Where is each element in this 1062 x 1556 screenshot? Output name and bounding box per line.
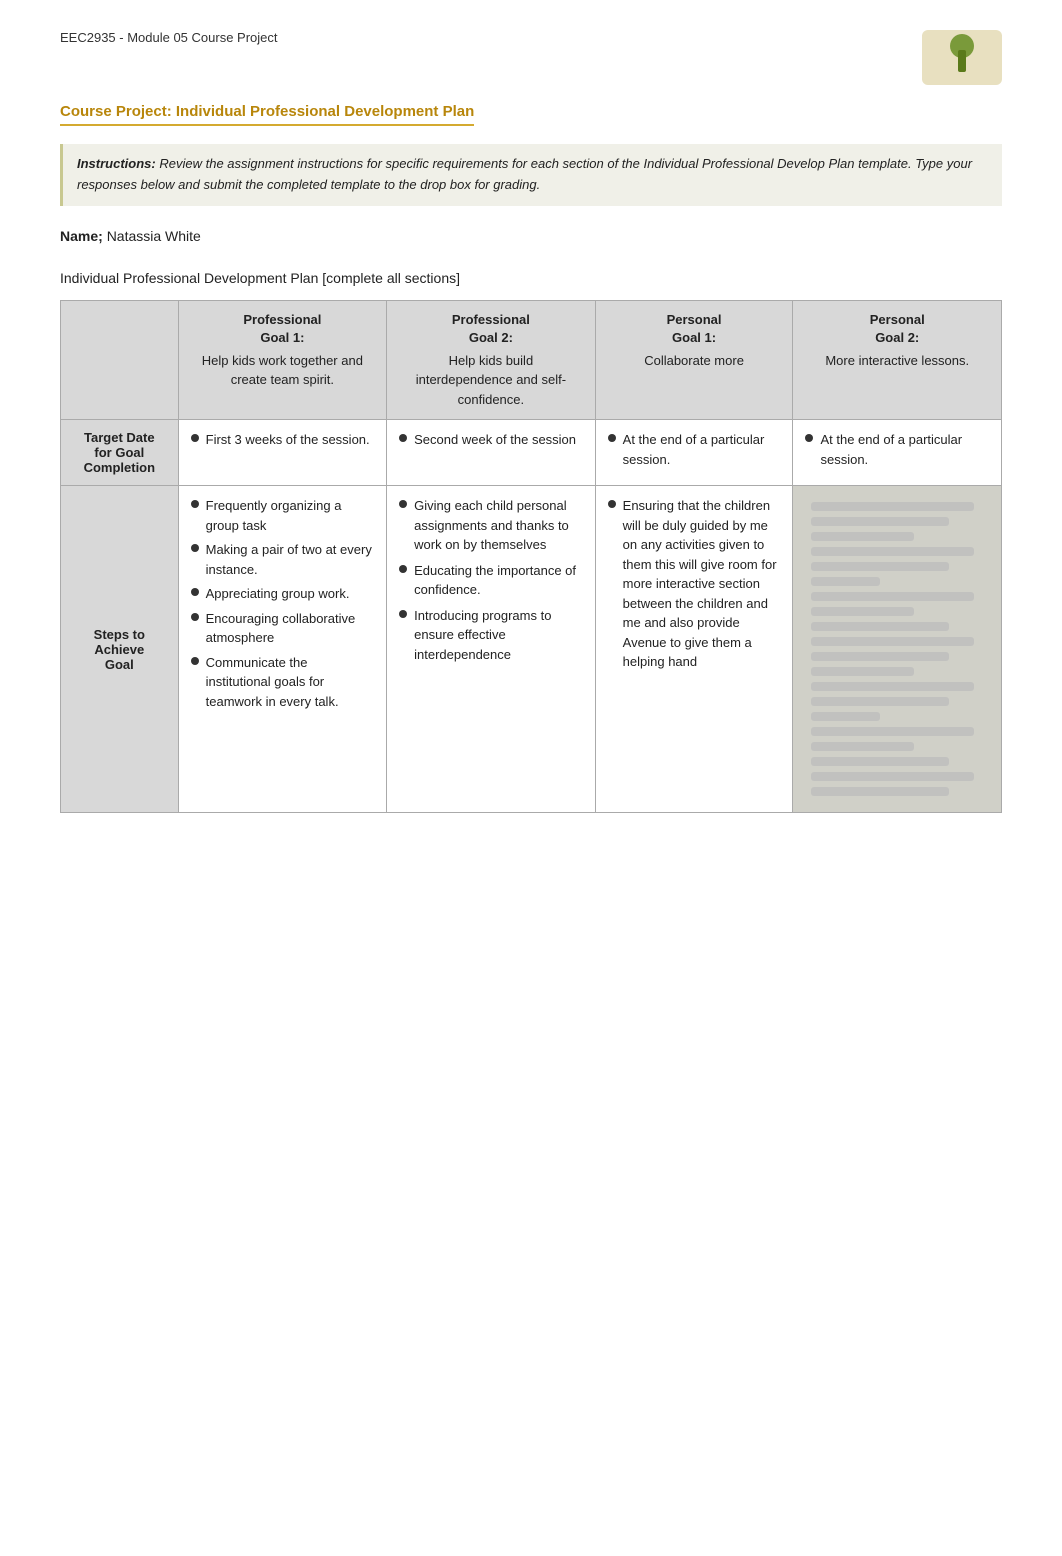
steps-prof1-2: Making a pair of two at every instance. [206, 540, 375, 579]
bullet-icon [191, 613, 199, 621]
blurred-content [805, 496, 989, 802]
bullet-icon [191, 657, 199, 665]
bullet-icon [399, 565, 407, 573]
bullet-icon [191, 588, 199, 596]
steps-prof1-1: Frequently organizing a group task [206, 496, 375, 535]
target-personal1-text: At the end of a particular session. [623, 430, 781, 469]
instructions-box: Instructions: Review the assignment inst… [60, 144, 1002, 206]
table-row-steps: Steps toAchieveGoal Frequently organizin… [61, 486, 1002, 813]
steps-prof2-1: Giving each child personal assignments a… [414, 496, 583, 555]
development-plan-table: ProfessionalGoal 1: Help kids work toget… [60, 300, 1002, 814]
cell-target-personal2: At the end of a particular session. [793, 420, 1002, 486]
bullet-icon [805, 434, 813, 442]
name-line: Name; Natassia White [60, 228, 1002, 244]
steps-prof1-5: Communicate the institutional goals for … [206, 653, 375, 712]
doc-title: EEC2935 - Module 05 Course Project [60, 30, 278, 45]
steps-prof2-3: Introducing programs to ensure effective… [414, 606, 583, 665]
table-header-row: ProfessionalGoal 1: Help kids work toget… [61, 300, 1002, 420]
cell-steps-prof1: Frequently organizing a group task Makin… [178, 486, 387, 813]
col-header-prof-goal1: ProfessionalGoal 1: Help kids work toget… [178, 300, 387, 420]
cell-target-personal1: At the end of a particular session. [595, 420, 793, 486]
logo [922, 30, 1002, 85]
col-header-personal-goal1: PersonalGoal 1: Collaborate more [595, 300, 793, 420]
cell-steps-prof2: Giving each child personal assignments a… [387, 486, 596, 813]
plan-section-title: Individual Professional Development Plan… [60, 270, 1002, 286]
instructions-text: Review the assignment instructions for s… [77, 156, 972, 192]
target-prof1-text: First 3 weeks of the session. [206, 430, 370, 450]
bullet-icon [191, 500, 199, 508]
name-label: Name; [60, 228, 103, 244]
bullet-icon [608, 500, 616, 508]
table-row-target-date: Target Datefor GoalCompletion First 3 we… [61, 420, 1002, 486]
row-label-steps: Steps toAchieveGoal [61, 486, 179, 813]
steps-personal1-1: Ensuring that the children will be duly … [623, 496, 781, 672]
bullet-icon [399, 434, 407, 442]
target-personal2-text: At the end of a particular session. [820, 430, 989, 469]
bullet-icon [191, 434, 199, 442]
course-project-title: Course Project: Individual Professional … [60, 103, 1002, 144]
cell-steps-personal1: Ensuring that the children will be duly … [595, 486, 793, 813]
bullet-icon [399, 500, 407, 508]
steps-prof2-2: Educating the importance of confidence. [414, 561, 583, 600]
bullet-icon [191, 544, 199, 552]
col-header-prof-goal2: ProfessionalGoal 2: Help kids build inte… [387, 300, 596, 420]
instructions-label: Instructions: [77, 156, 156, 171]
row-label-target-date: Target Datefor GoalCompletion [61, 420, 179, 486]
col-header-empty [61, 300, 179, 420]
target-prof2-text: Second week of the session [414, 430, 576, 450]
steps-prof1-4: Encouraging collaborative atmosphere [206, 609, 375, 648]
name-value: Natassia White [107, 228, 201, 244]
bullet-icon [608, 434, 616, 442]
col-header-personal-goal2: PersonalGoal 2: More interactive lessons… [793, 300, 1002, 420]
cell-target-prof2: Second week of the session [387, 420, 596, 486]
cell-steps-personal2-blurred [793, 486, 1002, 813]
page-header: EEC2935 - Module 05 Course Project [60, 30, 1002, 85]
steps-prof1-3: Appreciating group work. [206, 584, 350, 604]
cell-target-prof1: First 3 weeks of the session. [178, 420, 387, 486]
bullet-icon [399, 610, 407, 618]
